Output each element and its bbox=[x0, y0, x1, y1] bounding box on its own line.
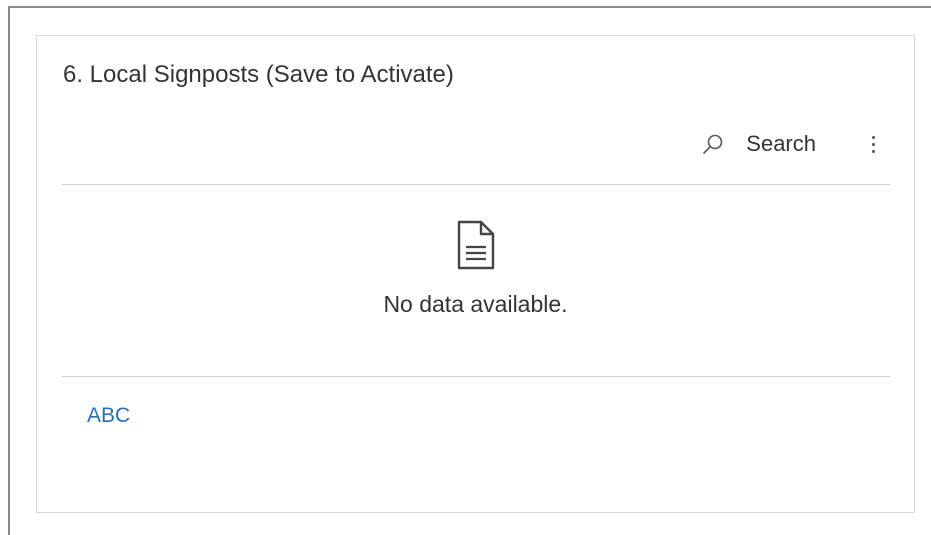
empty-state-message: No data available. bbox=[383, 291, 568, 317]
more-vertical-icon bbox=[871, 135, 875, 139]
more-options-button[interactable] bbox=[858, 124, 888, 164]
header-divider bbox=[62, 184, 890, 185]
search-label: Search bbox=[746, 131, 816, 156]
footer-divider bbox=[62, 376, 890, 377]
card-title: 6. Local Signposts (Save to Activate) bbox=[63, 61, 454, 88]
document-icon bbox=[456, 219, 496, 271]
search-button[interactable]: Search bbox=[694, 124, 824, 164]
search-icon bbox=[702, 133, 724, 155]
signposts-card: 6. Local Signposts (Save to Activate) Se… bbox=[36, 35, 915, 513]
empty-state: No data available. bbox=[37, 219, 914, 318]
card-toolbar: Search bbox=[694, 124, 888, 164]
abc-link[interactable]: ABC bbox=[87, 404, 130, 428]
